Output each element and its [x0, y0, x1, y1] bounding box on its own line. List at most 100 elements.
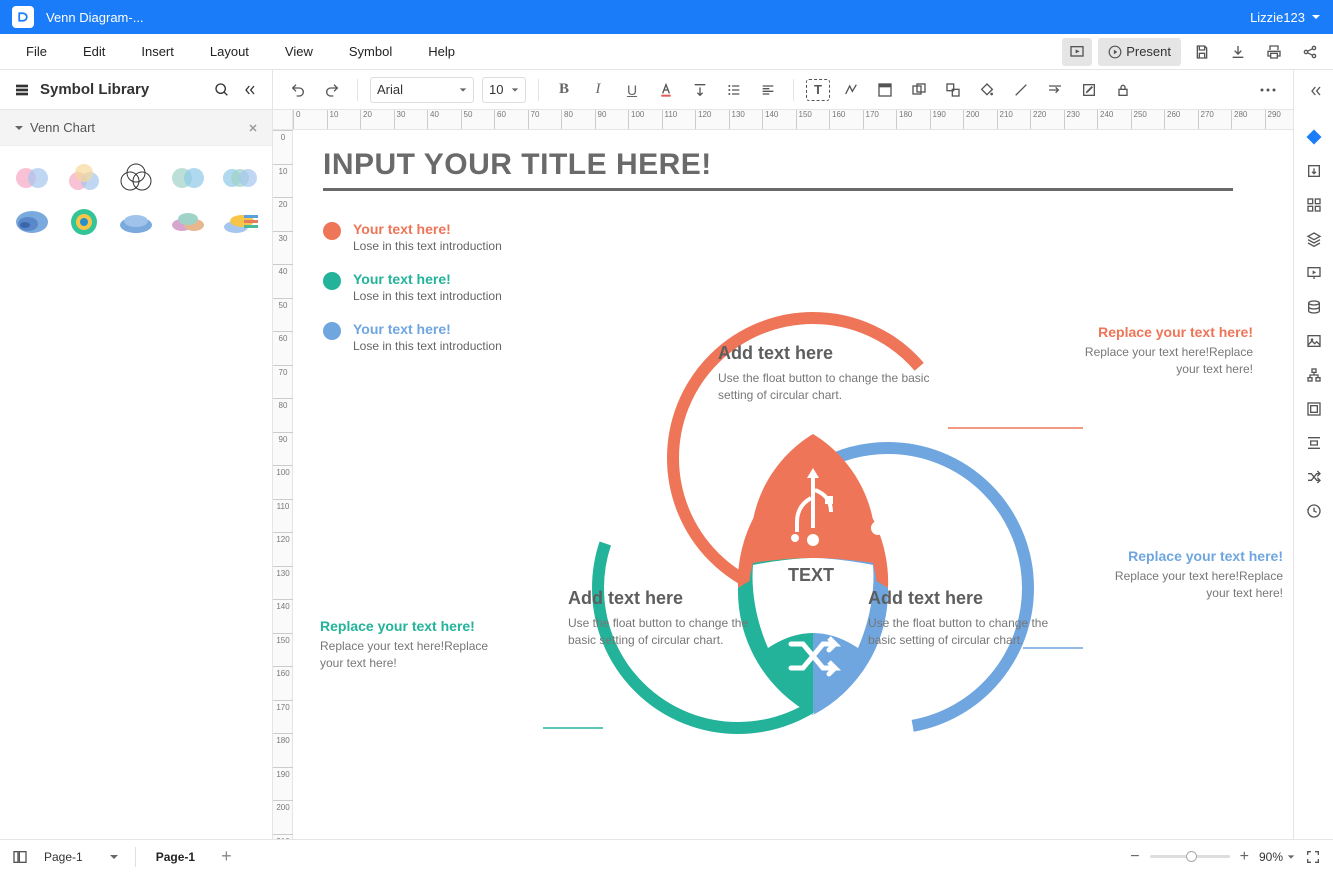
symbol-library-panel: Symbol Library Venn Chart [0, 70, 273, 839]
menu-insert[interactable]: Insert [123, 36, 192, 67]
venn-symbol-7[interactable] [62, 204, 106, 240]
canvas[interactable]: INPUT YOUR TITLE HERE! Your text here!Lo… [293, 130, 1293, 839]
venn-text-right[interactable]: Add text here Use the float button to ch… [868, 588, 1068, 650]
font-select[interactable]: Arial [370, 77, 474, 103]
style-panel-icon[interactable] [1299, 122, 1329, 152]
library-icon [14, 82, 30, 98]
menu-layout[interactable]: Layout [192, 36, 267, 67]
present-button[interactable]: Present [1098, 38, 1181, 66]
align-button[interactable] [755, 77, 781, 103]
frame-panel-icon[interactable] [1299, 394, 1329, 424]
callout-left[interactable]: Replace your text here! Replace your tex… [320, 618, 500, 673]
tree-panel-icon[interactable] [1299, 360, 1329, 390]
presentation-panel-icon[interactable] [1299, 258, 1329, 288]
edit-button[interactable] [1076, 77, 1102, 103]
font-name: Arial [377, 82, 403, 97]
align-panel-icon[interactable] [1299, 428, 1329, 458]
redo-button[interactable] [319, 77, 345, 103]
venn-text-top[interactable]: Add text here Use the float button to ch… [718, 343, 948, 405]
venn-symbol-6[interactable] [10, 204, 54, 240]
close-icon[interactable] [248, 123, 258, 133]
fullscreen-button[interactable] [1305, 849, 1321, 865]
legend-title: Your text here! [353, 271, 502, 287]
export-panel-icon[interactable] [1299, 156, 1329, 186]
italic-button[interactable]: I [585, 77, 611, 103]
vertical-align-button[interactable] [687, 77, 713, 103]
venn-text-left[interactable]: Add text here Use the float button to ch… [568, 588, 768, 650]
venn-symbol-1[interactable] [10, 160, 54, 196]
venn-diagram[interactable]: Add text here Use the float button to ch… [543, 258, 1083, 798]
venn-symbol-8[interactable] [114, 204, 158, 240]
chevron-down-icon [459, 86, 467, 94]
section-venn-chart[interactable]: Venn Chart [0, 110, 272, 146]
zoom-slider[interactable] [1150, 855, 1230, 858]
bullet-list-button[interactable] [721, 77, 747, 103]
lock-button[interactable] [1110, 77, 1136, 103]
menu-view[interactable]: View [267, 36, 331, 67]
shuffle-panel-icon[interactable] [1299, 462, 1329, 492]
venn-symbol-10[interactable] [218, 204, 262, 240]
section-label: Venn Chart [30, 120, 95, 135]
ungroup-button[interactable] [940, 77, 966, 103]
venn-center-label[interactable]: TEXT [788, 565, 834, 586]
venn-symbol-3[interactable] [114, 160, 158, 196]
zoom-out-button[interactable]: − [1130, 848, 1139, 866]
line-button[interactable] [1008, 77, 1034, 103]
callout-top-right[interactable]: Replace your text here! Replace your tex… [1073, 324, 1253, 379]
venn-symbol-5[interactable] [218, 160, 262, 196]
search-icon[interactable] [214, 82, 230, 98]
print-button[interactable] [1259, 38, 1289, 66]
venn-symbol-2[interactable] [62, 160, 106, 196]
status-bar: Page-1 Page-1 + − + 90% [0, 839, 1333, 873]
diagram-page: INPUT YOUR TITLE HERE! Your text here!Lo… [323, 148, 1263, 839]
save-button[interactable] [1187, 38, 1217, 66]
chevron-down-icon [1311, 12, 1321, 22]
image-panel-icon[interactable] [1299, 326, 1329, 356]
title-bar: Venn Diagram-... Lizzie123 [0, 0, 1333, 34]
zoom-level[interactable]: 90% [1259, 850, 1295, 864]
underline-button[interactable]: U [619, 77, 645, 103]
collapse-panel-icon[interactable] [242, 82, 258, 98]
page-title[interactable]: INPUT YOUR TITLE HERE! [323, 148, 1233, 191]
menu-help[interactable]: Help [410, 36, 473, 67]
menu-edit[interactable]: Edit [65, 36, 123, 67]
fill-button[interactable] [974, 77, 1000, 103]
venn-symbol-4[interactable] [166, 160, 210, 196]
undo-button[interactable] [285, 77, 311, 103]
venn-symbol-9[interactable] [166, 204, 210, 240]
vertical-ruler: document.write(Array.from({length:22},(_… [273, 130, 293, 839]
slideshow-button[interactable] [1062, 38, 1092, 66]
connector-button[interactable] [838, 77, 864, 103]
right-rail [1293, 70, 1333, 839]
more-button[interactable] [1255, 77, 1281, 103]
history-panel-icon[interactable] [1299, 496, 1329, 526]
pages-icon[interactable] [12, 849, 28, 865]
chevron-down-icon [109, 852, 119, 862]
group-button[interactable] [906, 77, 932, 103]
data-panel-icon[interactable] [1299, 292, 1329, 322]
share-button[interactable] [1295, 38, 1325, 66]
layers-panel-icon[interactable] [1299, 224, 1329, 254]
page-tab[interactable]: Page-1 [146, 846, 205, 868]
download-button[interactable] [1223, 38, 1253, 66]
menu-file[interactable]: File [8, 36, 65, 67]
legend-item-1[interactable]: Your text here!Lose in this text introdu… [323, 221, 1263, 253]
sidebar-title: Symbol Library [40, 81, 149, 98]
page-selector[interactable]: Page-1 [38, 848, 125, 866]
container-button[interactable] [872, 77, 898, 103]
font-color-button[interactable] [653, 77, 679, 103]
bold-button[interactable]: B [551, 77, 577, 103]
text-tool-button[interactable]: T [806, 79, 830, 101]
user-menu[interactable]: Lizzie123 [1250, 10, 1321, 25]
zoom-in-button[interactable]: + [1240, 848, 1249, 866]
arrow-style-button[interactable] [1042, 77, 1068, 103]
expand-panel-icon[interactable] [1299, 76, 1329, 106]
chevron-down-icon [511, 86, 519, 94]
callout-right[interactable]: Replace your text here! Replace your tex… [1103, 548, 1283, 603]
add-page-button[interactable]: + [215, 846, 238, 867]
format-toolbar: Arial 10 B I U T [273, 70, 1293, 110]
grid-panel-icon[interactable] [1299, 190, 1329, 220]
menu-symbol[interactable]: Symbol [331, 36, 410, 67]
font-size-select[interactable]: 10 [482, 77, 526, 103]
legend-sub: Lose in this text introduction [353, 339, 502, 353]
